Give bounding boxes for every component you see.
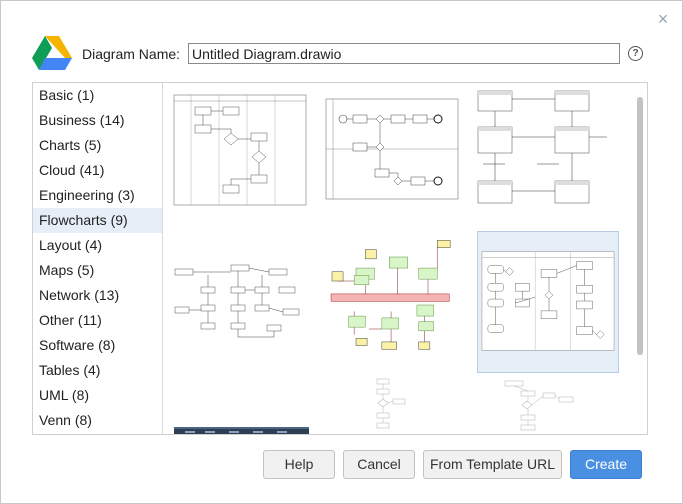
category-basic[interactable]: Basic (1): [33, 83, 162, 108]
category-maps[interactable]: Maps (5): [33, 258, 162, 283]
template-preview: [325, 98, 459, 200]
category-cloud[interactable]: Cloud (41): [33, 158, 162, 183]
gallery-scrollbar[interactable]: [637, 97, 643, 355]
category-engineering[interactable]: Engineering (3): [33, 183, 162, 208]
template-thumbnail[interactable]: [171, 423, 309, 434]
template-gallery: [161, 82, 648, 435]
help-icon[interactable]: ?: [628, 46, 643, 61]
category-software[interactable]: Software (8): [33, 333, 162, 358]
template-thumbnail[interactable]: [475, 87, 613, 207]
diagram-name-input[interactable]: [188, 43, 620, 64]
template-thumbnail[interactable]: [171, 243, 309, 363]
template-preview: [174, 427, 309, 434]
template-preview: [504, 380, 574, 431]
template-preview: [376, 378, 406, 429]
category-uml[interactable]: UML (8): [33, 383, 162, 408]
new-diagram-dialog: × Diagram Name: ? Basic (1) Business (14…: [0, 0, 683, 504]
category-list: Basic (1) Business (14) Charts (5) Cloud…: [32, 82, 163, 435]
template-preview: [477, 90, 607, 204]
template-thumbnail[interactable]: [171, 89, 309, 209]
category-other[interactable]: Other (11): [33, 308, 162, 333]
create-button[interactable]: Create: [570, 450, 642, 479]
cancel-button[interactable]: Cancel: [343, 450, 415, 479]
category-tables[interactable]: Tables (4): [33, 358, 162, 383]
template-preview: [174, 264, 300, 338]
google-drive-logo-icon: [32, 36, 72, 70]
category-venn[interactable]: Venn (8): [33, 408, 162, 433]
template-preview: [481, 251, 615, 351]
template-thumbnail-selected[interactable]: [477, 231, 619, 373]
close-icon[interactable]: ×: [655, 10, 671, 28]
template-preview: [173, 94, 307, 206]
template-thumbnail[interactable]: [495, 377, 585, 434]
category-layout[interactable]: Layout (4): [33, 233, 162, 258]
from-template-url-button[interactable]: From Template URL: [423, 450, 562, 479]
template-preview: [330, 240, 451, 350]
template-thumbnail[interactable]: [323, 233, 461, 353]
template-thumbnail[interactable]: [323, 89, 461, 209]
category-charts[interactable]: Charts (5): [33, 133, 162, 158]
category-network[interactable]: Network (13): [33, 283, 162, 308]
help-button[interactable]: Help: [263, 450, 335, 479]
diagram-name-label: Diagram Name:: [82, 46, 181, 62]
category-business[interactable]: Business (14): [33, 108, 162, 133]
template-thumbnail[interactable]: [357, 377, 417, 434]
category-flowcharts[interactable]: Flowcharts (9): [33, 208, 162, 233]
